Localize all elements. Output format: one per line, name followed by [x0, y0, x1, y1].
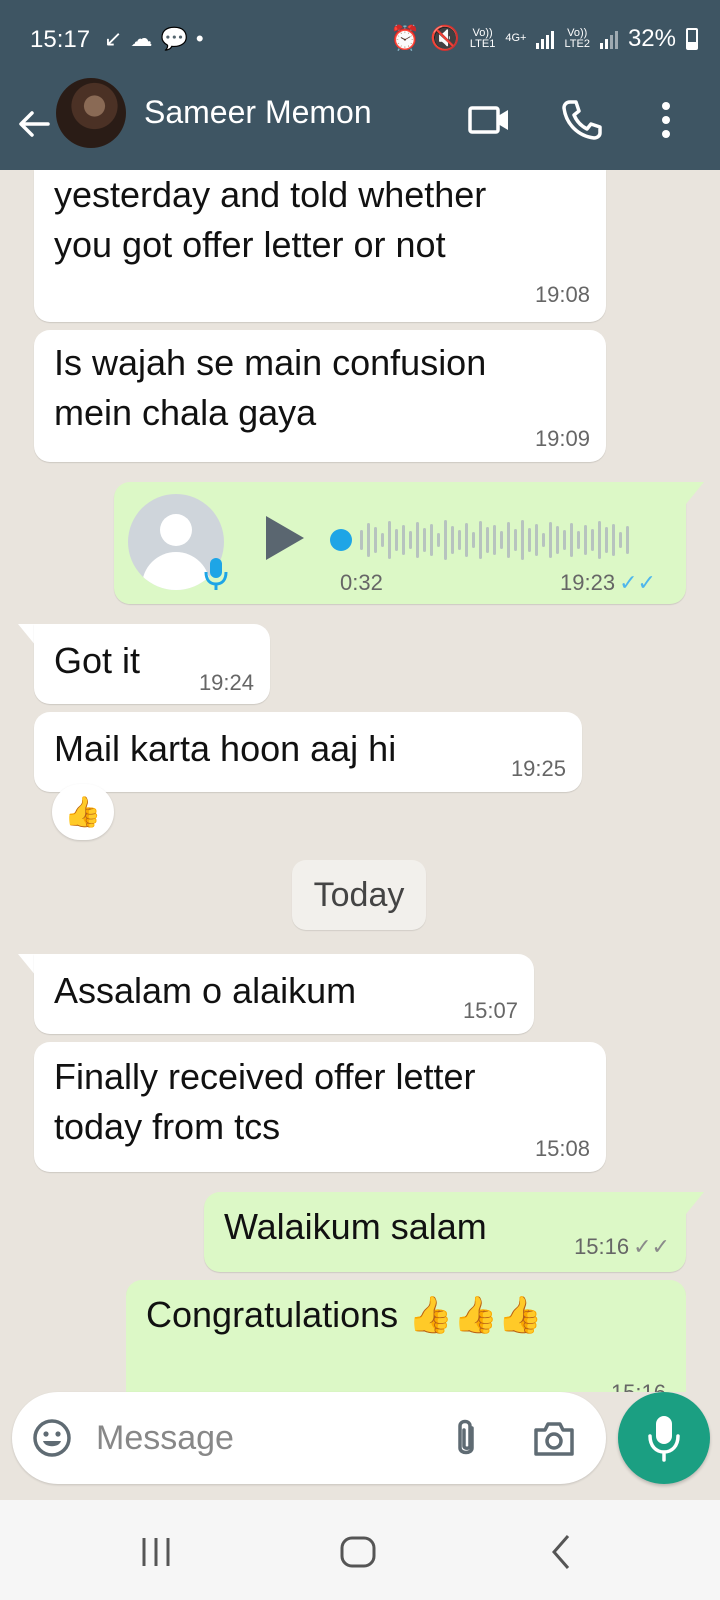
message-text: you got offer letter or not: [54, 224, 446, 265]
seek-handle[interactable]: [330, 529, 352, 551]
chat-header: Sameer Memon: [0, 78, 720, 170]
message-time: 15:16: [611, 1380, 666, 1392]
battery-percent: 32%: [627, 24, 676, 52]
message-clip: Congratulations 👍👍👍 15:16: [126, 1280, 686, 1392]
message-bubble-incoming[interactable]: Mail karta hoon aaj hi 19:25: [34, 712, 582, 792]
message-text: Is wajah se main confusion: [54, 342, 487, 383]
attach-icon[interactable]: [448, 1416, 484, 1460]
bubble-tail: [686, 482, 704, 504]
message-text: Finally received offer letter: [54, 1056, 476, 1097]
voice-duration: 0:32: [340, 570, 383, 595]
message-text: today from tcs: [54, 1106, 281, 1147]
sim2-label: Vo)) LTE2: [564, 26, 590, 50]
video-call-icon[interactable]: [468, 98, 512, 142]
message-time: 15:08: [534, 1136, 590, 1161]
message-time: 19:23 ✓✓: [560, 570, 656, 595]
back-arrow-icon[interactable]: [16, 106, 52, 142]
status-time: 15:17: [30, 26, 91, 53]
contact-name[interactable]: Sameer Memon: [144, 94, 372, 131]
message-time: 19:25: [510, 756, 566, 781]
message-text: Mail karta hoon aaj hi: [54, 728, 397, 769]
status-right: ⏰ 🔇 Vo)) LTE1 4G+ Vo)) LTE2 32%: [390, 24, 698, 53]
contact-avatar[interactable]: [56, 78, 126, 148]
message-time: 19:09: [534, 426, 590, 451]
alarm-icon: ⏰: [390, 25, 420, 52]
reaction-thumbs-up[interactable]: 👍: [52, 784, 114, 840]
message-bubble-incoming[interactable]: Assalam o alaikum 15:07: [34, 954, 534, 1034]
home-icon[interactable]: [336, 1530, 380, 1574]
message-bubble-incoming[interactable]: yesterday and told whether you got offer…: [34, 170, 606, 322]
missed-call-icon: ↙: [104, 26, 123, 51]
message-time: 19:08: [534, 282, 590, 307]
dot-icon: •: [195, 26, 204, 51]
status-bar: 15:17 ↙ ☁ 💬 • ⏰ 🔇 Vo)) LTE1 4G+ Vo)) LTE…: [0, 0, 720, 80]
play-icon[interactable]: [266, 516, 304, 560]
message-bubble-incoming[interactable]: Got it 19:24: [34, 624, 270, 704]
message-time: 15:07: [462, 998, 518, 1023]
back-nav-icon[interactable]: [540, 1530, 584, 1574]
message-input[interactable]: [96, 1408, 436, 1468]
message-text: Walaikum salam: [224, 1206, 487, 1247]
bubble-tail: [686, 1192, 704, 1214]
message-bubble-outgoing[interactable]: Congratulations 👍👍👍 15:16: [126, 1280, 686, 1392]
mute-icon: 🔇: [429, 25, 460, 52]
phone-icon[interactable]: [560, 98, 604, 142]
message-text: Assalam o alaikum: [54, 970, 357, 1011]
signal2-icon: [599, 29, 618, 49]
battery-icon: [686, 27, 698, 50]
sim1-label: Vo)) LTE1: [469, 26, 496, 50]
voice-waveform[interactable]: [330, 518, 660, 562]
message-text: mein chala gaya: [54, 392, 317, 433]
recent-apps-icon[interactable]: [134, 1530, 178, 1574]
voice-record-button[interactable]: [618, 1392, 710, 1484]
signal1-icon: [536, 29, 555, 49]
camera-icon[interactable]: [532, 1418, 576, 1458]
message-time: 19:24: [198, 670, 254, 695]
message-text: Got it: [54, 640, 141, 681]
network-type: 4G+: [505, 32, 527, 44]
notification-icons: ↙ ☁ 💬 •: [104, 26, 204, 52]
emoji-icon[interactable]: [32, 1418, 72, 1458]
message-composer: [12, 1392, 606, 1484]
message-text: Congratulations 👍👍👍: [146, 1294, 543, 1335]
read-ticks-icon: ✓✓: [619, 570, 656, 595]
system-nav-bar: [0, 1500, 720, 1600]
mic-icon: [648, 1416, 680, 1462]
message-text: yesterday and told whether: [54, 174, 487, 215]
message-bubble-incoming[interactable]: Finally received offer letter today from…: [34, 1042, 606, 1172]
more-vert-icon[interactable]: [644, 98, 688, 142]
message-icon: 💬: [160, 26, 188, 51]
message-bubble-incoming[interactable]: Is wajah se main confusion mein chala ga…: [34, 330, 606, 462]
message-bubble-outgoing[interactable]: Walaikum salam 15:16 ✓✓: [204, 1192, 686, 1272]
message-time: 15:16 ✓✓: [574, 1234, 670, 1259]
voice-mic-icon: [204, 558, 228, 590]
weather-icon: ☁: [130, 26, 153, 51]
delivered-ticks-icon: ✓✓: [633, 1234, 670, 1259]
day-separator: Today: [292, 860, 426, 930]
